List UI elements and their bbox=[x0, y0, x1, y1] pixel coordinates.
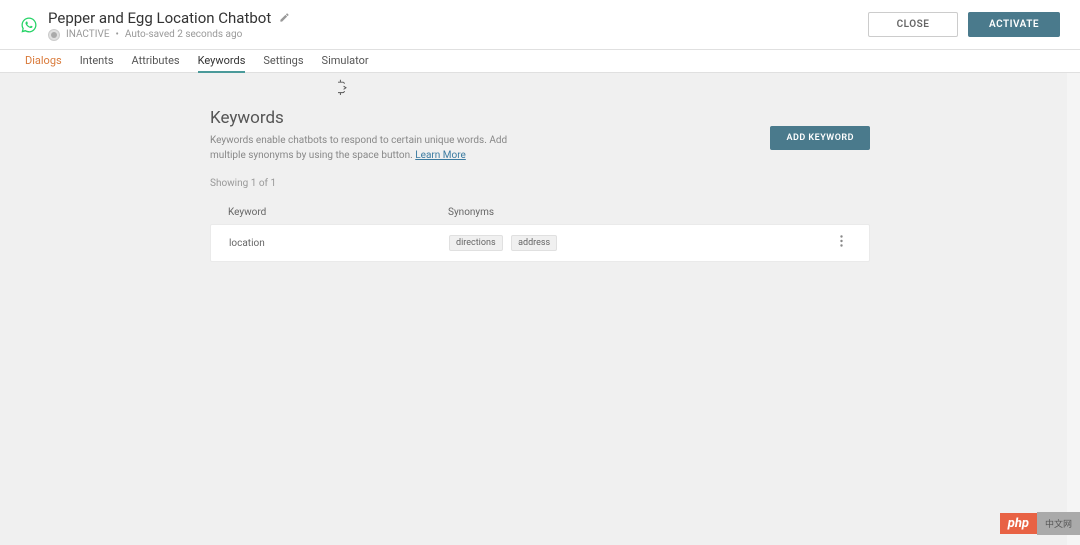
app-header: Pepper and Egg Location Chatbot INACTIVE… bbox=[0, 0, 1080, 50]
status-label: INACTIVE bbox=[66, 29, 110, 40]
status-row: INACTIVE • Auto-saved 2 seconds ago bbox=[48, 29, 290, 41]
section-heading: Keywords bbox=[210, 108, 540, 128]
page-title: Pepper and Egg Location Chatbot bbox=[48, 9, 271, 27]
status-separator: • bbox=[116, 29, 119, 40]
title-row: Pepper and Egg Location Chatbot bbox=[48, 9, 290, 27]
title-area: Pepper and Egg Location Chatbot INACTIVE… bbox=[48, 9, 290, 41]
section-description: Keywords enable chatbots to respond to c… bbox=[210, 133, 540, 163]
tab-dialogs[interactable]: Dialogs bbox=[25, 50, 62, 73]
keyword-cell: location bbox=[229, 238, 449, 249]
tab-intents[interactable]: Intents bbox=[80, 50, 114, 73]
whatsapp-icon bbox=[20, 16, 38, 34]
section-title-block: Keywords Keywords enable chatbots to res… bbox=[210, 108, 540, 163]
tabs-bar: Dialogs Intents Attributes Keywords Sett… bbox=[0, 50, 1080, 73]
tab-attributes[interactable]: Attributes bbox=[132, 50, 180, 73]
close-button[interactable]: CLOSE bbox=[868, 12, 958, 37]
tab-simulator[interactable]: Simulator bbox=[322, 50, 369, 73]
learn-more-link[interactable]: Learn More bbox=[415, 150, 466, 161]
watermark-right: 中文网 bbox=[1037, 512, 1080, 535]
column-header-keyword: Keyword bbox=[228, 207, 448, 218]
table-header: Keyword Synonyms bbox=[210, 201, 870, 224]
column-header-synonyms: Synonyms bbox=[448, 207, 822, 218]
edit-icon[interactable] bbox=[279, 12, 290, 23]
more-vertical-icon bbox=[840, 235, 843, 247]
status-indicator-icon bbox=[48, 29, 60, 41]
add-keyword-button[interactable]: ADD KEYWORD bbox=[770, 126, 870, 150]
tab-settings[interactable]: Settings bbox=[263, 50, 303, 73]
autosave-text: Auto-saved 2 seconds ago bbox=[125, 29, 242, 40]
synonyms-cell: directions address bbox=[449, 235, 831, 251]
synonym-chip: directions bbox=[449, 235, 503, 251]
content-inner: Keywords Keywords enable chatbots to res… bbox=[210, 108, 870, 262]
watermark-left: php bbox=[1000, 513, 1037, 534]
synonym-chip: address bbox=[511, 235, 557, 251]
watermark: php 中文网 bbox=[1000, 512, 1080, 535]
tab-keywords[interactable]: Keywords bbox=[198, 50, 246, 73]
row-more-button[interactable] bbox=[831, 235, 851, 251]
showing-count: Showing 1 of 1 bbox=[210, 178, 870, 189]
activate-button[interactable]: ACTIVATE bbox=[968, 12, 1060, 37]
scrollbar[interactable] bbox=[1067, 73, 1080, 545]
header-right: CLOSE ACTIVATE bbox=[868, 12, 1060, 37]
content: Keywords Keywords enable chatbots to res… bbox=[0, 73, 1080, 262]
column-header-actions bbox=[822, 207, 852, 218]
table-row[interactable]: location directions address bbox=[210, 224, 870, 262]
header-left: Pepper and Egg Location Chatbot INACTIVE… bbox=[20, 9, 290, 41]
content-wrapper: Keywords Keywords enable chatbots to res… bbox=[0, 73, 1080, 545]
section-header: Keywords Keywords enable chatbots to res… bbox=[210, 108, 870, 163]
